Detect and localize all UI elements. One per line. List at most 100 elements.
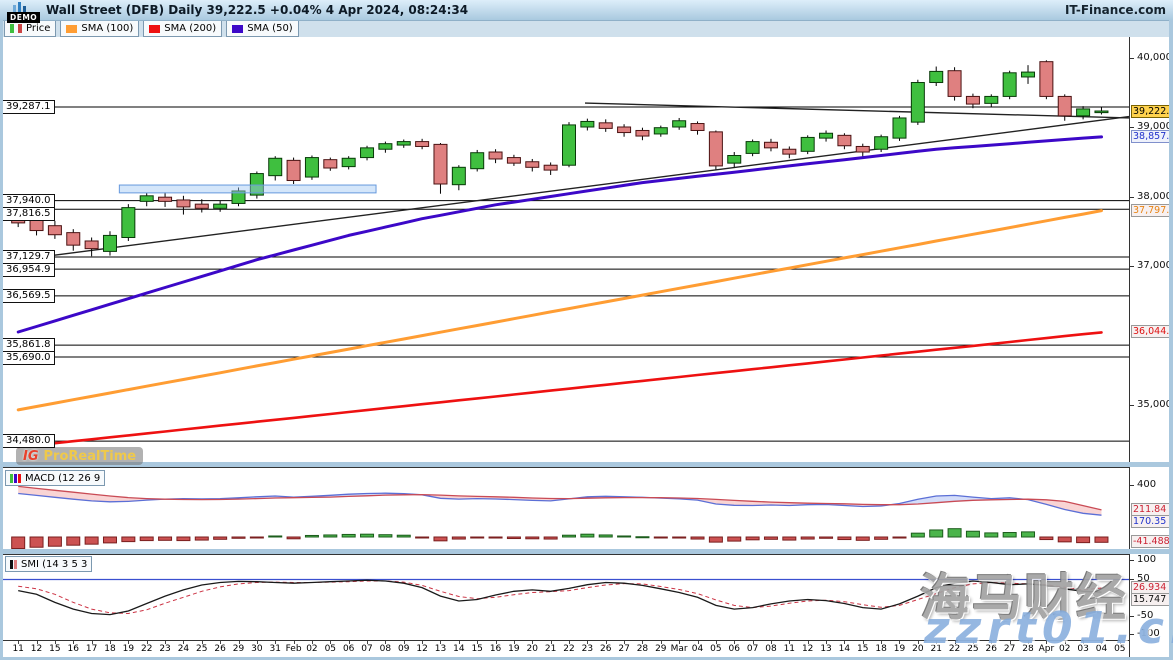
candle-up[interactable] xyxy=(379,144,392,150)
price-axis-strip[interactable]: 40,00039,00038,00037,00035,00039,222..38… xyxy=(1129,37,1170,657)
macd-indicator-label[interactable]: MACD (12 26 9 xyxy=(5,470,105,486)
candle-up[interactable] xyxy=(1022,72,1035,77)
candle-up[interactable] xyxy=(875,137,888,150)
candle-down[interactable] xyxy=(12,215,25,223)
candle-up[interactable] xyxy=(893,118,906,138)
smi-indicator-label[interactable]: SMI (14 3 5 3 xyxy=(5,556,92,572)
panel-separator xyxy=(3,462,1169,467)
macd-histogram-bar xyxy=(930,530,943,537)
candle-up[interactable] xyxy=(452,167,465,184)
candle-up[interactable] xyxy=(673,121,686,127)
candle-down[interactable] xyxy=(85,241,98,249)
candle-up[interactable] xyxy=(140,196,153,202)
macd-histogram-bar xyxy=(379,535,392,537)
candle-down[interactable] xyxy=(618,127,631,133)
candle-down[interactable] xyxy=(838,135,851,145)
candle-down[interactable] xyxy=(1058,96,1071,115)
price-axis-tick xyxy=(1130,266,1134,267)
candle-down[interactable] xyxy=(48,226,61,235)
sma-50-line[interactable] xyxy=(18,137,1101,332)
candle-up[interactable] xyxy=(103,235,116,251)
candle-down[interactable] xyxy=(195,204,208,208)
candle-up[interactable] xyxy=(801,137,814,151)
candle-down[interactable] xyxy=(30,219,43,230)
sma-100-line[interactable] xyxy=(18,211,1101,410)
candle-down[interactable] xyxy=(1040,62,1053,97)
price-axis-tick xyxy=(1130,197,1134,198)
candle-down[interactable] xyxy=(856,146,869,152)
macd-value-box: -41.488 xyxy=(1131,535,1170,548)
price-axis-tick xyxy=(1130,127,1134,128)
candle-down[interactable] xyxy=(67,233,80,246)
macd-histogram-bar xyxy=(911,533,924,537)
macd-histogram-bar xyxy=(177,537,190,541)
legend-item-sma-200[interactable]: SMA (200) xyxy=(143,20,222,37)
price-chart-canvas[interactable] xyxy=(3,37,1129,462)
candle-down[interactable] xyxy=(324,160,337,168)
candle-down[interactable] xyxy=(709,132,722,166)
candle-down[interactable] xyxy=(764,142,777,148)
macd-histogram-bar xyxy=(544,537,557,539)
macd-axis-tick xyxy=(1130,485,1134,486)
candle-up[interactable] xyxy=(1003,73,1016,97)
candle-down[interactable] xyxy=(526,162,539,168)
candle-up[interactable] xyxy=(654,128,667,134)
candle-up[interactable] xyxy=(1077,109,1090,116)
candle-up[interactable] xyxy=(397,142,410,145)
sma-color-swatch xyxy=(232,25,243,33)
candle-up[interactable] xyxy=(563,125,576,165)
candle-up[interactable] xyxy=(214,204,227,208)
candle-up[interactable] xyxy=(746,142,759,154)
macd-panel[interactable] xyxy=(3,467,1129,551)
candle-down[interactable] xyxy=(544,165,557,170)
trendline[interactable] xyxy=(585,103,1129,118)
candle-up[interactable] xyxy=(269,158,282,175)
candle-up[interactable] xyxy=(361,148,374,158)
candle-up[interactable] xyxy=(728,155,741,163)
candle-down[interactable] xyxy=(287,160,300,180)
demo-badge: DEMO xyxy=(7,12,40,23)
candle-down[interactable] xyxy=(948,71,961,97)
candle-down[interactable] xyxy=(783,149,796,154)
candle-down[interactable] xyxy=(434,144,447,184)
candle-down[interactable] xyxy=(177,200,190,207)
candle-down[interactable] xyxy=(636,130,649,136)
macd-histogram-bar xyxy=(1095,537,1108,542)
legend-item-sma-100[interactable]: SMA (100) xyxy=(60,20,139,37)
candle-up[interactable] xyxy=(305,158,318,177)
price-icon xyxy=(18,24,22,33)
candle-up[interactable] xyxy=(820,133,833,138)
candle-down[interactable] xyxy=(691,124,704,131)
price-chart-panel[interactable] xyxy=(3,37,1129,463)
candle-up[interactable] xyxy=(342,158,355,166)
candle-up[interactable] xyxy=(911,83,924,123)
candle-down[interactable] xyxy=(507,158,520,164)
candle-down[interactable] xyxy=(159,197,172,201)
candle-down[interactable] xyxy=(599,123,612,129)
macd-histogram-bar xyxy=(764,537,777,539)
brand-link[interactable]: IT-Finance.com xyxy=(1065,3,1166,17)
highlight-zone[interactable] xyxy=(119,185,376,193)
macd-histogram-bar xyxy=(526,537,539,539)
macd-histogram-bar xyxy=(287,537,300,539)
macd-histogram-bar xyxy=(1003,533,1016,537)
candle-up[interactable] xyxy=(930,71,943,82)
macd-histogram-bar xyxy=(783,537,796,540)
candle-up[interactable] xyxy=(985,96,998,103)
candle-down[interactable] xyxy=(416,142,429,147)
axis-value-box-last: 39,222.. xyxy=(1131,105,1170,118)
candle-down[interactable] xyxy=(966,96,979,104)
sma-color-swatch xyxy=(66,25,77,33)
legend-row: PriceSMA (100)SMA (200)SMA (50) xyxy=(0,20,1173,37)
window-edge-left xyxy=(0,20,3,660)
candle-up[interactable] xyxy=(122,208,135,238)
macd-canvas[interactable] xyxy=(3,468,1129,550)
candle-up[interactable] xyxy=(471,153,484,169)
smi-label-text: SMI (14 3 5 3 xyxy=(21,559,87,570)
legend-item-sma-50[interactable]: SMA (50) xyxy=(226,20,299,37)
candle-up[interactable] xyxy=(581,121,594,127)
candle-up[interactable] xyxy=(1095,111,1108,113)
candle-down[interactable] xyxy=(489,152,502,159)
sma-200-line[interactable] xyxy=(18,332,1101,447)
chart-title: Wall Street (DFB) Daily 39,222.5 +0.04% … xyxy=(46,3,468,17)
